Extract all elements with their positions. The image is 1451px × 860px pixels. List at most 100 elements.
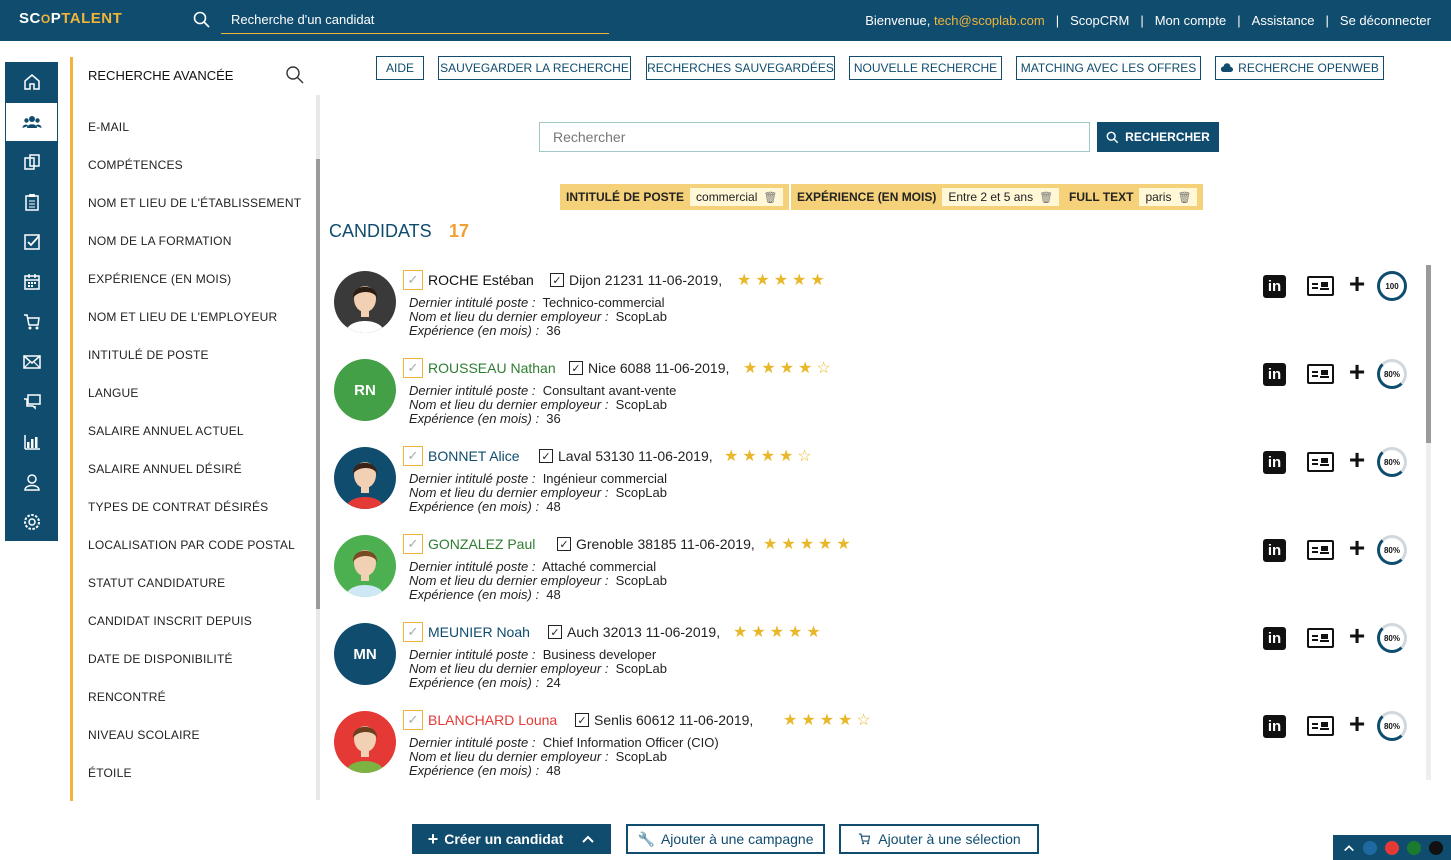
- filter-inscrit-depuis[interactable]: CANDIDAT INSCRIT DEPUIS: [88, 614, 252, 628]
- advanced-panel-scrollbar[interactable]: [316, 95, 320, 800]
- id-card-icon[interactable]: [1307, 364, 1334, 384]
- filter-experience[interactable]: EXPÉRIENCE (EN MOIS): [88, 272, 231, 286]
- star-rating[interactable]: ★★★★★: [763, 534, 855, 554]
- filter-code-postal[interactable]: LOCALISATION PAR CODE POSTAL: [88, 538, 295, 552]
- candidate-name[interactable]: BLANCHARD Louna: [428, 712, 557, 728]
- filter-competences[interactable]: COMPÉTENCES: [88, 158, 183, 172]
- avatar[interactable]: RN: [334, 359, 396, 421]
- search-icon[interactable]: [192, 10, 212, 30]
- results-scrollbar[interactable]: [1426, 265, 1431, 780]
- avatar[interactable]: MN: [334, 623, 396, 685]
- linkedin-icon[interactable]: in: [1263, 627, 1286, 650]
- checklist-icon[interactable]: [5, 222, 58, 262]
- new-search-button[interactable]: NOUVELLE RECHERCHE: [849, 56, 1002, 80]
- select-checkbox[interactable]: ✓: [403, 358, 423, 378]
- theme-color-blue[interactable]: [1363, 840, 1377, 855]
- linkedin-icon[interactable]: in: [1263, 363, 1286, 386]
- add-icon[interactable]: +: [1346, 444, 1368, 475]
- select-checkbox[interactable]: ✓: [403, 270, 423, 290]
- candidate-name[interactable]: GONZALEZ Paul: [428, 536, 535, 552]
- filter-types-contrat[interactable]: TYPES DE CONTRAT DÉSIRÉS: [88, 500, 268, 514]
- linkedin-icon[interactable]: in: [1263, 539, 1286, 562]
- checkbox-icon[interactable]: ✓: [569, 361, 583, 375]
- matching-offers-button[interactable]: MATCHING AVEC LES OFFRES: [1016, 56, 1201, 80]
- help-button[interactable]: AIDE: [376, 56, 424, 80]
- filter-formation[interactable]: NOM DE LA FORMATION: [88, 234, 232, 248]
- trash-icon[interactable]: 🗑: [1039, 191, 1053, 204]
- add-icon[interactable]: +: [1346, 532, 1368, 563]
- candidates-icon[interactable]: [5, 102, 58, 142]
- candidate-name[interactable]: ROCHE Estéban: [428, 272, 534, 288]
- select-checkbox[interactable]: ✓: [403, 710, 423, 730]
- linkedin-icon[interactable]: in: [1263, 275, 1286, 298]
- stats-icon[interactable]: [5, 422, 58, 462]
- nav-scopcrm[interactable]: ScopCRM: [1070, 13, 1129, 28]
- theme-color-red[interactable]: [1385, 840, 1399, 855]
- select-checkbox[interactable]: ✓: [403, 534, 423, 554]
- candidate-name[interactable]: ROUSSEAU Nathan: [428, 360, 556, 376]
- chat-icon[interactable]: [5, 382, 58, 422]
- home-icon[interactable]: [5, 62, 58, 102]
- avatar[interactable]: [334, 447, 396, 509]
- checkbox-icon[interactable]: ✓: [548, 625, 562, 639]
- id-card-icon[interactable]: [1307, 452, 1334, 472]
- star-rating[interactable]: ★★★★★: [733, 622, 825, 642]
- checkbox-icon[interactable]: ✓: [550, 273, 564, 287]
- filter-employeur[interactable]: NOM ET LIEU DE L'EMPLOYEUR: [88, 310, 277, 324]
- filter-salaire-actuel[interactable]: SALAIRE ANNUEL ACTUEL: [88, 424, 244, 438]
- linkedin-icon[interactable]: in: [1263, 715, 1286, 738]
- avatar[interactable]: [334, 271, 396, 333]
- filter-disponibilite[interactable]: DATE DE DISPONIBILITÉ: [88, 652, 233, 666]
- candidate-name[interactable]: MEUNIER Noah: [428, 624, 530, 640]
- add-icon[interactable]: +: [1346, 268, 1368, 299]
- candidate-name[interactable]: BONNET Alice: [428, 448, 520, 464]
- mail-icon[interactable]: [5, 342, 58, 382]
- cart-icon[interactable]: [5, 302, 58, 342]
- add-to-selection-button[interactable]: Ajouter à une sélection: [839, 824, 1039, 854]
- filter-salaire-desire[interactable]: SALAIRE ANNUEL DÉSIRÉ: [88, 462, 242, 476]
- calendar-icon[interactable]: [5, 262, 58, 302]
- nav-logout[interactable]: Se déconnecter: [1340, 13, 1431, 28]
- clipboard-icon[interactable]: [5, 182, 58, 222]
- filter-etablissement[interactable]: NOM ET LIEU DE L'ÉTABLISSEMENT: [88, 196, 301, 210]
- filter-rencontre[interactable]: RENCONTRÉ: [88, 690, 166, 704]
- filter-statut[interactable]: STATUT CANDIDATURE: [88, 576, 225, 590]
- avatar[interactable]: [334, 535, 396, 597]
- candidate-search-input[interactable]: Recherche d'un candidat: [221, 9, 609, 34]
- filter-etoile[interactable]: ÉTOILE: [88, 766, 132, 780]
- star-rating[interactable]: ★★★★☆: [783, 710, 875, 730]
- theme-color-green[interactable]: [1407, 840, 1421, 855]
- save-search-button[interactable]: SAUVEGARDER LA RECHERCHE: [438, 56, 631, 80]
- star-rating[interactable]: ★★★★☆: [743, 358, 835, 378]
- user-icon[interactable]: [5, 462, 58, 502]
- id-card-icon[interactable]: [1307, 276, 1334, 296]
- user-email[interactable]: tech@scoplab.com: [934, 13, 1045, 28]
- search-button[interactable]: RECHERCHER: [1097, 122, 1219, 152]
- checkbox-icon[interactable]: ✓: [575, 713, 589, 727]
- chevron-up-icon[interactable]: [581, 831, 595, 847]
- id-card-icon[interactable]: [1307, 540, 1334, 560]
- settings-icon[interactable]: [5, 502, 58, 542]
- nav-assistance[interactable]: Assistance: [1252, 13, 1315, 28]
- copy-icon[interactable]: [5, 142, 58, 182]
- checkbox-icon[interactable]: ✓: [539, 449, 553, 463]
- theme-color-black[interactable]: [1429, 840, 1443, 855]
- saved-searches-button[interactable]: RECHERCHES SAUVEGARDÉES: [646, 56, 835, 80]
- nav-mon-compte[interactable]: Mon compte: [1155, 13, 1227, 28]
- filter-niveau-scolaire[interactable]: NIVEAU SCOLAIRE: [88, 728, 200, 742]
- app-logo[interactable]: SCOPTALENT: [19, 10, 122, 27]
- select-checkbox[interactable]: ✓: [403, 622, 423, 642]
- openweb-search-button[interactable]: RECHERCHE OPENWEB: [1215, 56, 1384, 80]
- star-rating[interactable]: ★★★★★: [737, 270, 829, 290]
- trash-icon[interactable]: 🗑: [1177, 191, 1191, 204]
- search-input[interactable]: Rechercher: [539, 122, 1090, 152]
- add-to-campaign-button[interactable]: 🔧 Ajouter à une campagne: [626, 824, 825, 854]
- add-icon[interactable]: +: [1346, 356, 1368, 387]
- star-rating[interactable]: ★★★★☆: [724, 446, 816, 466]
- filter-intitule-poste[interactable]: INTITULÉ DE POSTE: [88, 348, 209, 362]
- trash-icon[interactable]: 🗑: [763, 191, 777, 204]
- checkbox-icon[interactable]: ✓: [557, 537, 571, 551]
- select-checkbox[interactable]: ✓: [403, 446, 423, 466]
- search-icon[interactable]: [285, 65, 305, 85]
- linkedin-icon[interactable]: in: [1263, 451, 1286, 474]
